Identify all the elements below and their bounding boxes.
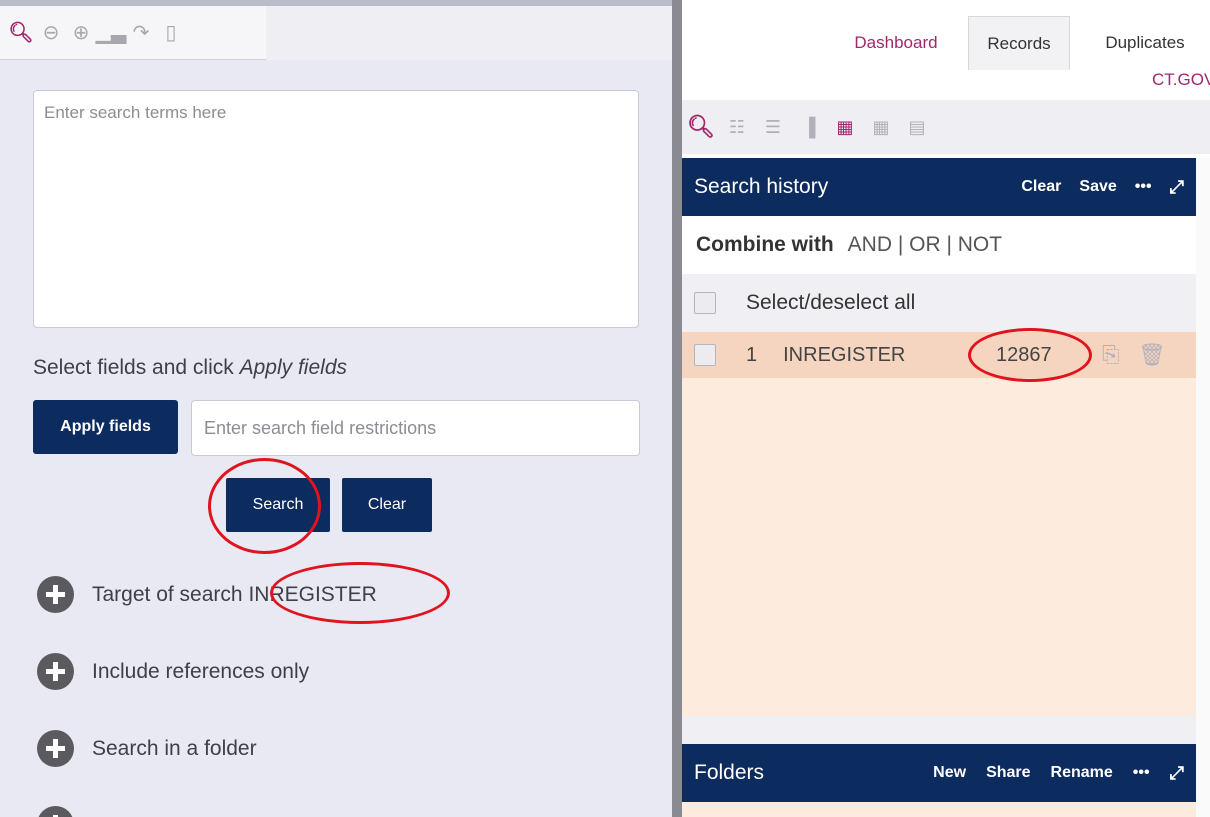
search-terms-placeholder: Enter search terms here (44, 103, 227, 122)
expand-icon[interactable]: ⤢ (1170, 177, 1184, 198)
tab-duplicates[interactable]: Duplicates (1080, 16, 1210, 70)
combine-operators[interactable]: AND | OR | NOT (848, 233, 1002, 257)
folders-actions: New Share Rename ••• ⤢ (933, 763, 1184, 784)
history-save-button[interactable]: Save (1079, 178, 1116, 196)
table-row[interactable]: 1 INREGISTER 12867 ⎘ 🗑︎ (682, 332, 1196, 378)
grid-view-icon[interactable]: ▦ (828, 110, 862, 144)
search-history-title: Search history (694, 175, 829, 198)
folder-rename-button[interactable]: Rename (1051, 764, 1113, 782)
search-history-header: Search history Clear Save ••• ⤢ (682, 158, 1196, 216)
scrollbar[interactable] (1196, 158, 1210, 817)
panel-gap (682, 716, 1196, 744)
report-icon[interactable]: ▤ (900, 110, 934, 144)
trash-icon[interactable]: 🗑︎ (1138, 342, 1166, 368)
target-of-search-label: Target of search INREGISTER (92, 582, 377, 606)
next-option-row[interactable] (37, 806, 74, 817)
include-references-row[interactable]: Include references only (37, 653, 309, 690)
folder-share-button[interactable]: Share (986, 764, 1030, 782)
more-icon[interactable]: ••• (1133, 764, 1150, 782)
search-in-folder-row[interactable]: Search in a folder (37, 730, 257, 767)
folders-title: Folders (694, 761, 765, 784)
include-references-label: Include references only (92, 659, 310, 683)
left-toolbar: 🔍︎ ⊖ ⊕ ▁▃ ↷ ▯ (0, 6, 266, 60)
results-panel: Dashboard Records Duplicates CT.GOV 🔍︎ ☷… (682, 0, 1210, 817)
select-fields-instruction: Select fields and click Apply fields (33, 356, 347, 380)
top-navigation: Dashboard Records Duplicates CT.GOV (682, 0, 1210, 100)
zoom-out-icon[interactable]: ⊖ (38, 18, 64, 48)
history-term: INREGISTER (783, 343, 906, 366)
search-icon[interactable]: 🔍︎ (8, 18, 34, 48)
document-icon[interactable]: ▯ (158, 18, 184, 48)
app-root: 🔍︎ ⊖ ⊕ ▁▃ ↷ ▯ Enter search terms here Se… (0, 0, 1210, 817)
search-in-folder-label: Search in a folder (92, 736, 257, 760)
tile-view-icon[interactable]: ▦ (864, 110, 898, 144)
plus-circle-icon[interactable] (37, 653, 74, 690)
history-count[interactable]: 12867 (996, 344, 1052, 367)
left-toolbar-spacer (266, 6, 672, 60)
select-all-row[interactable]: Select/deselect all (682, 274, 1196, 332)
combine-with-label: Combine with (696, 233, 834, 256)
search-button[interactable]: Search (226, 478, 330, 532)
tab-records[interactable]: Records (968, 16, 1070, 70)
panel-divider[interactable] (672, 0, 682, 817)
expand-icon[interactable]: ⤢ (1170, 763, 1184, 784)
folder-new-button[interactable]: New (933, 764, 966, 782)
history-number: 1 (746, 343, 758, 366)
list-view-icon[interactable]: ☰ (756, 110, 790, 144)
database-link[interactable]: CT.GOV (1152, 70, 1210, 90)
zoom-in-icon[interactable]: ⊕ (68, 18, 94, 48)
apply-fields-button[interactable]: Apply fields (33, 400, 178, 454)
row-checkbox[interactable] (694, 344, 716, 366)
clear-button[interactable]: Clear (342, 478, 432, 532)
instruction-emphasis: Apply fields (239, 356, 347, 379)
search-history-list: 1 INREGISTER 12867 ⎘ 🗑︎ (682, 328, 1196, 716)
plus-circle-icon[interactable] (37, 576, 74, 613)
chart-icon[interactable]: ▁▃ (96, 18, 127, 48)
target-of-search-value: INREGISTER (248, 582, 377, 606)
plus-circle-icon[interactable] (37, 730, 74, 767)
tab-dashboard[interactable]: Dashboard (842, 16, 950, 70)
right-toolbar: 🔍︎ ☷ ☰ ▐ ▦ ▦ ▤ (682, 100, 1210, 154)
search-history-actions: Clear Save ••• ⤢ (1021, 177, 1184, 198)
split-view-icon[interactable]: ▐ (792, 110, 826, 144)
select-all-checkbox[interactable] (694, 292, 716, 314)
search-terms-input[interactable]: Enter search terms here (33, 90, 639, 328)
search-icon[interactable]: 🔍︎ (684, 110, 718, 144)
folders-body (682, 802, 1196, 817)
field-restrictions-input[interactable]: Enter search field restrictions (191, 400, 640, 456)
history-clear-button[interactable]: Clear (1021, 178, 1061, 196)
field-restrictions-placeholder: Enter search field restrictions (204, 417, 437, 438)
target-of-search-row[interactable]: Target of search INREGISTER (37, 576, 377, 613)
copy-icon[interactable]: ⎘ (1102, 342, 1120, 368)
redo-icon[interactable]: ↷ (128, 18, 154, 48)
search-preview-icon[interactable]: ☷ (720, 110, 754, 144)
select-all-label: Select/deselect all (746, 291, 916, 314)
folders-header: Folders New Share Rename ••• ⤢ (682, 744, 1196, 802)
more-icon[interactable]: ••• (1135, 178, 1152, 196)
instruction-prefix: Select fields and click (33, 356, 234, 379)
plus-circle-icon[interactable] (37, 806, 74, 817)
search-panel: 🔍︎ ⊖ ⊕ ▁▃ ↷ ▯ Enter search terms here Se… (0, 0, 672, 817)
combine-with-row: Combine with AND | OR | NOT (682, 216, 1196, 274)
